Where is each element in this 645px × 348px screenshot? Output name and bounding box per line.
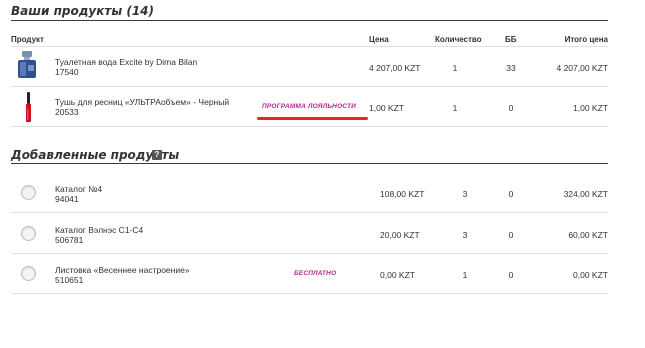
column-header-bb: ББ: [505, 35, 517, 44]
header-divider: [11, 46, 608, 47]
product-total: 1,00 KZT: [573, 103, 608, 113]
row-divider: [11, 126, 608, 127]
added-product-quantity: 3: [462, 230, 468, 240]
product-name[interactable]: Тушь для ресниц «УЛЬТРАобъем» - Черный: [55, 97, 229, 107]
added-product-name: Каталог Вэлнэс С1-С4: [55, 225, 144, 235]
mascara-icon: [18, 90, 38, 124]
section-divider: [11, 163, 608, 164]
added-product-total: 0,00 KZT: [573, 270, 608, 280]
product-quantity: 1: [452, 103, 458, 113]
column-header-quantity: Количество: [435, 35, 482, 44]
added-product-code: 94041: [55, 194, 79, 204]
added-product-code: 510651: [55, 275, 84, 285]
product-quantity: 1: [452, 63, 458, 73]
added-product-name: Каталог №4: [55, 184, 103, 194]
product-code: 17540: [55, 67, 79, 77]
product-code: 20533: [55, 107, 79, 117]
free-badge: БЕСПЛАТНО: [294, 270, 337, 277]
product-total: 4 207,00 KZT: [556, 63, 608, 73]
added-product-price: 108,00 KZT: [380, 189, 425, 199]
product-price: 4 207,00 KZT: [369, 63, 421, 73]
product-price: 1,00 KZT: [369, 103, 404, 113]
radio-button[interactable]: [21, 185, 36, 200]
column-header-price: Цена: [369, 35, 389, 44]
radio-button[interactable]: [21, 266, 36, 281]
section-divider: [11, 20, 608, 21]
added-product-name: Листовка «Весеннее настроение»: [55, 265, 190, 275]
loyalty-program-badge: ПРОГРАММА ЛОЯЛЬНОСТИ: [262, 103, 357, 110]
your-products-title: Ваши продукты (14): [11, 4, 155, 18]
added-product-price: 20,00 KZT: [380, 230, 420, 240]
added-product-price: 0,00 KZT: [380, 270, 415, 280]
added-product-quantity: 1: [462, 270, 468, 280]
help-icon[interactable]: ?: [152, 150, 162, 160]
row-divider: [11, 293, 608, 294]
added-product-total: 324,00 KZT: [563, 189, 608, 199]
column-header-product: Продукт: [11, 35, 44, 44]
row-divider: [11, 212, 608, 213]
column-header-total: Итого цена: [564, 35, 608, 44]
added-product-code: 506781: [55, 235, 84, 245]
highlight-underline: [257, 117, 368, 120]
radio-button[interactable]: [21, 226, 36, 241]
row-divider: [11, 253, 608, 254]
row-divider: [11, 86, 608, 87]
added-product-quantity: 3: [462, 189, 468, 199]
added-product-total: 60,00 KZT: [568, 230, 608, 240]
product-name[interactable]: Туалетная вода Excite by Dima Bilan: [55, 57, 197, 67]
perfume-bottle-icon: [14, 50, 40, 80]
